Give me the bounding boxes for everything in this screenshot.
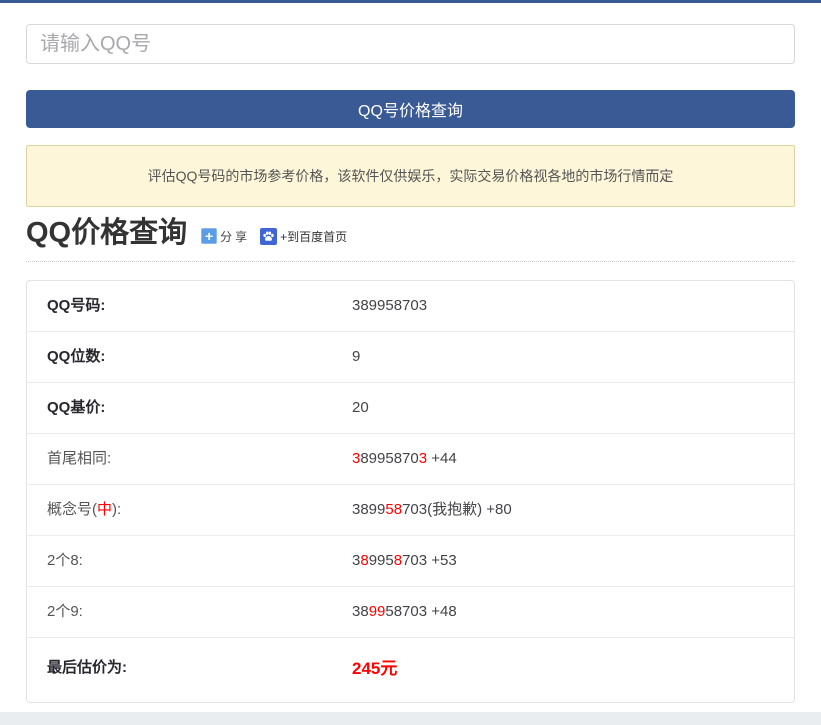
top-accent-bar [0,0,821,3]
baidu-paw-icon [260,228,277,245]
row-value: 245元 [352,658,397,680]
text-segment: 58703 +48 [385,603,456,620]
text-segment: 概念号( [47,501,97,518]
table-row: QQ基价: 20 [27,383,794,434]
text-segment: 703 +53 [402,552,457,569]
notice-box: 评估QQ号码的市场参考价格，该软件仅供娱乐，实际交易价格视各地的市场行情而定 [26,145,795,207]
row-value: 20 [352,398,369,418]
highlighted-text: 8 [360,552,368,569]
plus-share-icon: + [201,228,217,244]
share-link[interactable]: + 分享 [201,228,250,245]
text-segment: ): [112,501,121,518]
text-segment: 38 [352,603,369,620]
table-row: 首尾相同: 389958703 +44 [27,434,794,485]
table-row: 概念号(中):389958703(我抱歉) +80 [27,485,794,536]
query-price-button[interactable]: QQ号价格查询 [26,90,795,128]
text-segment: 3899 [352,501,385,518]
text-segment: 2个8: [47,552,83,569]
text-segment: 20 [352,399,369,416]
text-segment: QQ基价: [47,399,105,416]
row-value: 389958703 [352,296,427,316]
text-segment: QQ号码: [47,297,105,314]
page: QQ号价格查询 评估QQ号码的市场参考价格，该软件仅供娱乐，实际交易价格视各地的… [0,0,821,725]
baidu-home-link[interactable]: +到百度首页 [260,228,347,245]
text-segment: 最后估价为: [47,659,127,676]
row-value: 389958703(我抱歉) +80 [352,500,512,520]
highlighted-text: 中 [97,501,112,518]
table-row: QQ位数: 9 [27,332,794,383]
share-label: 分享 [220,228,250,245]
result-table: QQ号码:389958703QQ位数:9QQ基价:20首尾相同:38995870… [26,280,795,703]
row-label: 最后估价为: [47,658,352,680]
content-area: QQ号价格查询 评估QQ号码的市场参考价格，该软件仅供娱乐，实际交易价格视各地的… [0,24,821,703]
row-label: 概念号(中): [47,500,352,520]
highlighted-text: 245元 [352,659,397,678]
row-label: 首尾相同: [47,449,352,469]
row-label: 2个9: [47,602,352,622]
qq-number-input[interactable] [26,24,795,64]
table-row: QQ号码: 389958703 [27,281,794,332]
row-value: 9 [352,347,360,367]
row-label: QQ基价: [47,398,352,418]
highlighted-text: 3 [419,450,427,467]
page-title: QQ价格查询 [26,215,187,251]
text-segment: 389958703 [352,297,427,314]
heading-row: QQ价格查询 + 分享 [26,215,795,262]
text-segment: 首尾相同: [47,450,111,467]
footer-strip [0,712,821,725]
text-segment: 995 [369,552,394,569]
text-segment: 8995870 [360,450,418,467]
highlighted-text: 8 [394,552,402,569]
text-segment: +44 [427,450,457,467]
text-segment: 9 [352,348,360,365]
row-label: QQ位数: [47,347,352,367]
text-segment: 2个9: [47,603,83,620]
row-value: 389958703 +53 [352,551,457,571]
row-label: 2个8: [47,551,352,571]
row-label: QQ号码: [47,296,352,316]
highlighted-text: 58 [385,501,402,518]
highlighted-text: 99 [369,603,386,620]
text-segment: QQ位数: [47,348,105,365]
text-segment: 703(我抱歉) +80 [402,501,512,518]
row-value: 389958703 +44 [352,449,457,469]
table-row: 2个9: 389958703 +48 [27,587,794,638]
table-row: 2个8: 389958703 +53 [27,536,794,587]
table-row: 最后估价为: 245元 [27,638,794,702]
baidu-home-label: +到百度首页 [280,228,347,245]
row-value: 389958703 +48 [352,602,457,622]
notice-text: 评估QQ号码的市场参考价格，该软件仅供娱乐，实际交易价格视各地的市场行情而定 [148,166,674,186]
